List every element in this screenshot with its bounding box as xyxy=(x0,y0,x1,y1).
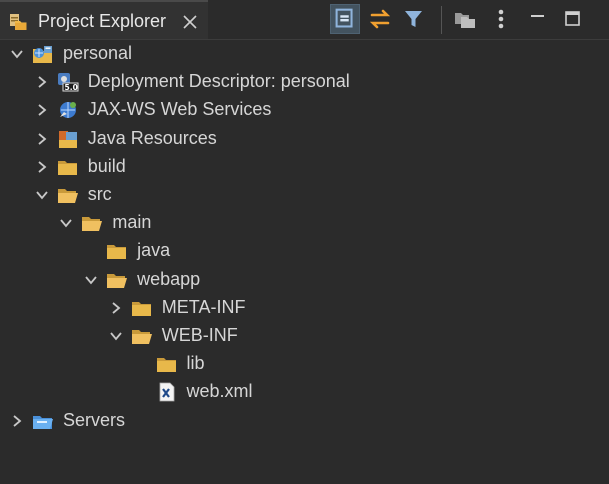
tree-item-jax-ws-web-services[interactable]: JAX-WS Web Services xyxy=(0,96,609,124)
folder-open-icon xyxy=(57,189,78,203)
tree-item-label: JAX-WS Web Services xyxy=(87,99,272,120)
folder-icon xyxy=(57,160,77,175)
tab-title: Project Explorer xyxy=(38,11,167,31)
tree-item-java[interactable]: java xyxy=(0,237,609,265)
folder-open-icon xyxy=(131,330,152,344)
tree-item-servers[interactable]: Servers xyxy=(0,407,609,435)
tree-item-label: Servers xyxy=(63,409,126,430)
folder-open-icon xyxy=(82,217,103,232)
chevron-down-icon[interactable] xyxy=(84,273,98,287)
web-services-icon xyxy=(59,102,76,119)
collapse-all-button[interactable] xyxy=(330,4,360,34)
tree-item-label: personal xyxy=(63,43,133,63)
servers-folder-icon xyxy=(33,415,53,429)
web-project-icon xyxy=(33,46,52,63)
tree-item-label: META-INF xyxy=(161,296,246,317)
deployment-descriptor-icon: 5.0 xyxy=(57,73,79,92)
xml-file-icon xyxy=(159,382,174,402)
tab-project-explorer[interactable]: Project Explorer xyxy=(0,0,208,40)
folder-icon xyxy=(156,358,176,373)
tree-item-lib[interactable]: lib xyxy=(0,350,609,378)
tree-item-webapp[interactable]: webapp xyxy=(0,266,609,294)
tree-item-label: WEB-INF xyxy=(161,325,238,345)
folder-icon xyxy=(131,301,151,316)
filter-icon xyxy=(405,11,422,27)
toolbar-separator xyxy=(441,6,442,34)
tree-item-build[interactable]: build xyxy=(0,153,609,181)
link-with-editor-button[interactable] xyxy=(365,4,395,34)
filters-button[interactable] xyxy=(399,4,429,34)
tree-item-main[interactable]: main xyxy=(0,209,609,237)
working-set-icon xyxy=(455,13,475,28)
tree-item-label: main xyxy=(112,212,152,233)
chevron-down-icon[interactable] xyxy=(109,329,123,343)
collapse-all-icon xyxy=(335,8,353,28)
svg-text:5.0: 5.0 xyxy=(64,83,77,92)
project-explorer-icon xyxy=(10,14,27,30)
chevron-right-icon[interactable] xyxy=(10,414,24,428)
tree-item-java-resources[interactable]: Java Resources xyxy=(0,125,609,153)
minimize-icon xyxy=(531,15,544,17)
chevron-right-icon[interactable] xyxy=(35,75,49,89)
view-menu-icon xyxy=(498,9,504,29)
tree-item-meta-inf[interactable]: META-INF xyxy=(0,294,609,322)
chevron-right-icon[interactable] xyxy=(35,132,49,146)
tree-item-label: Deployment Descriptor: personal xyxy=(87,71,350,92)
select-working-set-button[interactable] xyxy=(450,4,480,34)
tree-item-label: java xyxy=(137,240,171,261)
close-icon[interactable] xyxy=(182,14,198,30)
tree-item-label: src xyxy=(87,184,112,204)
chevron-right-icon[interactable] xyxy=(35,103,49,117)
folder-open-icon xyxy=(107,273,128,288)
folder-icon xyxy=(107,245,127,260)
chevron-down-icon[interactable] xyxy=(35,188,49,202)
tree-item-label: build xyxy=(87,155,126,176)
chevron-down-icon[interactable] xyxy=(59,216,73,230)
tree-item-deployment-descriptor-personal[interactable]: 5.0 Deployment Descriptor: personal xyxy=(0,68,609,96)
maximize-icon xyxy=(565,11,580,26)
tree-item-label: lib xyxy=(186,353,205,374)
minimize-button[interactable] xyxy=(523,4,553,34)
tree-item-label: web.xml xyxy=(186,381,253,402)
tree-item-web-inf[interactable]: WEB-INF xyxy=(0,322,609,350)
java-resources-icon xyxy=(58,130,77,148)
view-menu-button[interactable] xyxy=(486,4,516,34)
chevron-down-icon[interactable] xyxy=(10,47,24,61)
link-with-editor-icon xyxy=(369,9,391,29)
maximize-button[interactable] xyxy=(558,4,588,34)
view-header: Project Explorer xyxy=(0,0,609,40)
chevron-right-icon[interactable] xyxy=(109,301,123,315)
tree-item-label: webapp xyxy=(137,268,201,289)
tree-item-web-xml[interactable]: web.xml xyxy=(0,378,609,406)
tree-item-personal[interactable]: personal xyxy=(0,40,609,68)
tree-item-src[interactable]: src xyxy=(0,181,609,209)
tree-item-label: Java Resources xyxy=(87,127,217,148)
chevron-right-icon[interactable] xyxy=(35,160,49,174)
